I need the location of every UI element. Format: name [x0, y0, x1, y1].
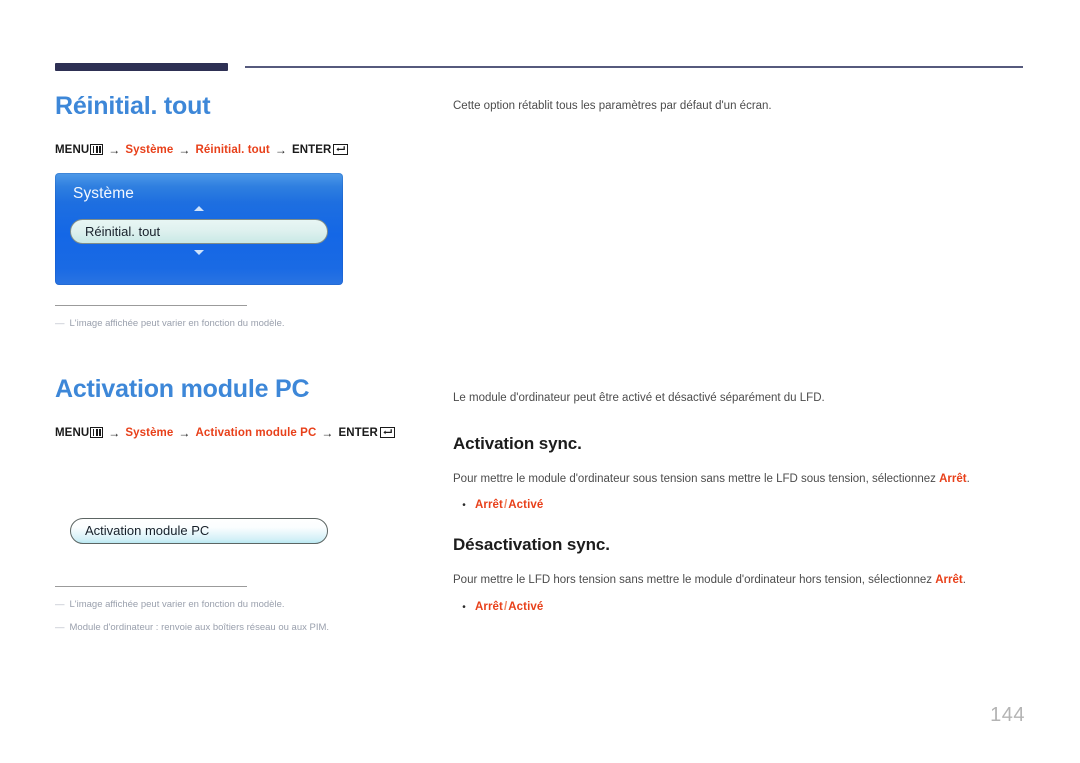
menu-path-arrow-2: → — [178, 425, 191, 440]
notes-block-2: ― L'image affichée peut varier en foncti… — [55, 585, 329, 636]
osd-scroll-up-icon[interactable] — [194, 205, 204, 211]
paragraph-text-post: . — [966, 472, 970, 485]
note-item: ― L'image affichée peut varier en foncti… — [55, 598, 285, 612]
osd-menu-systeme[interactable]: Système Réinitial. tout — [55, 172, 343, 285]
enter-key-icon — [379, 427, 395, 439]
option-arret: Arrêt — [475, 601, 503, 614]
menu-path-menu-label: MENU — [55, 426, 90, 439]
option-arret: Arrêt — [475, 499, 503, 512]
section-title-reinitial-tout: Réinitial. tout — [55, 92, 211, 120]
bullet-dot-icon: • — [462, 500, 466, 512]
subsection-heading-activation-sync: Activation sync. — [453, 433, 582, 453]
osd-item-reinitial-tout[interactable]: Réinitial. tout — [70, 218, 328, 244]
page-header-rule — [55, 62, 1023, 74]
option-values: Arrêt/Activé — [475, 601, 543, 613]
note-item: ― Module d'ordinateur : renvoie aux boît… — [55, 621, 329, 635]
osd-title-systeme: Système — [73, 184, 134, 202]
menu-path-crumb-systeme: Système — [125, 143, 174, 156]
menu-icon — [90, 144, 104, 156]
note-dash-icon: ― — [55, 317, 65, 329]
notes-block-1: ― L'image affichée peut varier en foncti… — [55, 304, 285, 331]
paragraph-text-post: . — [962, 574, 966, 587]
subsection-paragraph-activation-sync: Pour mettre le module d'ordinateur sous … — [453, 471, 1028, 489]
right-column: Cette option rétablit tous les paramètre… — [453, 98, 1028, 613]
menu-path-crumb-reinitial-tout: Réinitial. tout — [195, 143, 270, 156]
menu-path-arrow-3: → — [321, 425, 334, 440]
option-bullet-activation-sync: • Arrêt/Activé — [453, 499, 1028, 511]
note-text: L'image affichée peut varier en fonction… — [69, 317, 285, 329]
enter-key-icon — [333, 144, 349, 156]
osd-item-label: Réinitial. tout — [85, 223, 161, 239]
note-text: Module d'ordinateur : renvoie aux boîtie… — [69, 622, 330, 633]
option-active: Activé — [508, 499, 544, 512]
column-spacer — [453, 116, 1028, 390]
subsection-heading-desactivation-sync: Désactivation sync. — [453, 535, 610, 555]
left-column: Réinitial. tout MENU → Système → Réiniti… — [55, 92, 435, 644]
menu-path-arrow-1: → — [108, 425, 121, 440]
subsection-paragraph-desactivation-sync: Pour mettre le LFD hors tension sans met… — [453, 572, 1028, 590]
option-values: Arrêt/Activé — [475, 499, 543, 511]
menu-path-reinitial-tout: MENU → Système → Réinitial. tout → ENTER — [55, 143, 435, 157]
menu-path-activation-module-pc: MENU → Système → Activation module PC → … — [55, 426, 435, 440]
menu-path-enter-label: ENTER — [338, 426, 378, 439]
intro-paragraph-activation-module-pc: Le module d'ordinateur peut être activé … — [453, 391, 825, 404]
header-rule-thin — [245, 66, 1023, 68]
option-bullet-desactivation-sync: • Arrêt/Activé — [453, 601, 1028, 613]
menu-path-arrow-2: → — [178, 142, 191, 157]
paragraph-highlight-arret: Arrêt — [935, 574, 963, 587]
menu-path-crumb-activation-module-pc: Activation module PC — [195, 426, 317, 439]
note-item: ― L'image affichée peut varier en foncti… — [55, 317, 285, 331]
intro-paragraph-reinitial-tout: Cette option rétablit tous les paramètre… — [453, 100, 772, 112]
menu-path-enter-label: ENTER — [291, 143, 332, 156]
paragraph-text-pre: Pour mettre le LFD hors tension sans met… — [453, 574, 936, 587]
paragraph-text-pre: Pour mettre le module d'ordinateur sous … — [453, 472, 940, 485]
note-text: L'image affichée peut varier en fonction… — [69, 598, 285, 610]
osd-scroll-down-icon[interactable] — [194, 249, 204, 255]
menu-icon — [90, 427, 104, 439]
paragraph-highlight-arret: Arrêt — [939, 472, 967, 485]
menu-path-arrow-1: → — [108, 142, 121, 157]
page-number: 144 — [990, 704, 1025, 726]
header-rule-thick — [55, 63, 228, 71]
menu-path-menu-label: MENU — [55, 143, 90, 156]
osd-item-label: Activation module PC — [85, 523, 210, 539]
section-title-activation-module-pc: Activation module PC — [55, 375, 310, 403]
bullet-dot-icon: • — [462, 602, 466, 614]
note-dash-icon: ― — [55, 622, 65, 633]
osd-item-activation-module-pc[interactable]: Activation module PC — [70, 517, 328, 544]
note-dash-icon: ― — [55, 598, 65, 610]
option-active: Activé — [508, 601, 544, 614]
menu-path-crumb-systeme: Système — [125, 426, 174, 439]
menu-path-arrow-3: → — [274, 142, 287, 157]
